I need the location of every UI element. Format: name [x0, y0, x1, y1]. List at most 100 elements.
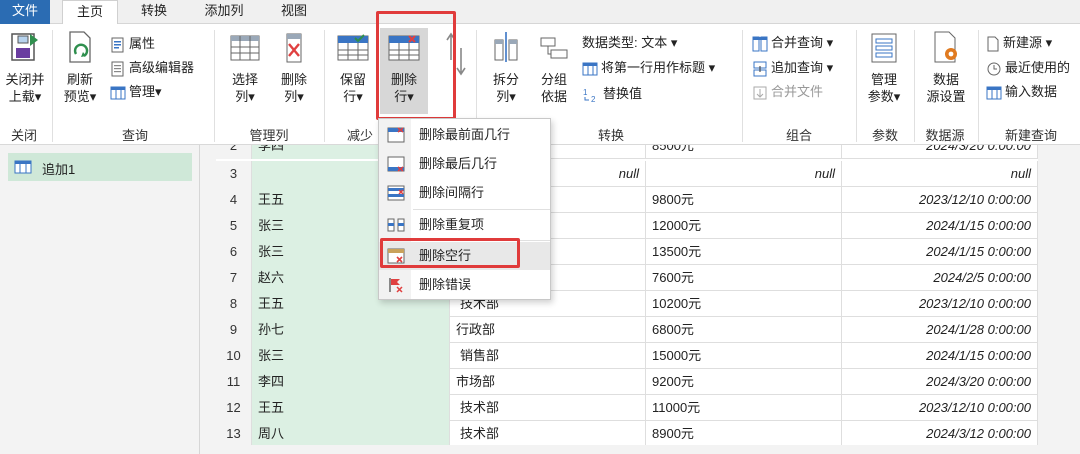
table-row[interactable]: 13 周八 技术部 8900元 2024/3/12 0:00:00 — [216, 421, 1038, 445]
cell-date[interactable]: 2024/1/15 0:00:00 — [842, 239, 1038, 265]
split-column-button[interactable]: 拆分 列▾ — [484, 28, 528, 105]
manage-parameters-button[interactable]: 管理 参数▾ — [860, 28, 908, 105]
advanced-editor-button[interactable]: 高级编辑器 — [110, 58, 194, 78]
table-row[interactable]: 2 李四 8500元 2024/3/20 0:00:00 — [216, 145, 1038, 159]
separator — [324, 30, 325, 142]
choose-columns-button[interactable]: 选择 列▾ — [222, 28, 268, 105]
cell-salary[interactable]: 7600元 — [646, 265, 842, 291]
keep-rows-icon — [337, 34, 369, 61]
cell-salary[interactable]: 12000元 — [646, 213, 842, 239]
table-row[interactable]: 3 null null null — [216, 161, 1038, 187]
cell-salary[interactable]: null — [646, 161, 842, 187]
row-number: 4 — [216, 187, 252, 213]
menu-view[interactable]: 视图 — [268, 0, 320, 24]
merge-queries-button[interactable]: 合并查询 ▾ — [752, 33, 833, 53]
cell-date[interactable]: 2024/3/20 0:00:00 — [842, 369, 1038, 395]
table-row[interactable]: 6 张三 13500元 2024/1/15 0:00:00 — [216, 239, 1038, 265]
menu-remove-errors-label: 删除错误 — [419, 277, 472, 292]
cell-date[interactable]: 2023/12/10 0:00:00 — [842, 395, 1038, 421]
new-source-button[interactable]: 新建源 ▾ — [986, 33, 1052, 53]
data-source-settings-icon — [934, 31, 957, 63]
query-item-label: 追加1 — [42, 162, 76, 177]
cell-name[interactable]: 周八 — [252, 421, 450, 445]
cell-salary[interactable]: 8900元 — [646, 421, 842, 445]
keep-rows-button[interactable]: 保留 行▾ — [330, 28, 376, 105]
remove-columns-button[interactable]: 删除 列▾ — [272, 28, 316, 105]
close-and-load-icon — [11, 33, 38, 61]
remove-bottom-rows-icon — [387, 156, 405, 172]
cell-dept[interactable]: 行政部 — [450, 317, 646, 343]
cell-name[interactable]: 张三 — [252, 343, 450, 369]
table-row[interactable]: 11 李四 市场部 9200元 2024/3/20 0:00:00 — [216, 369, 1038, 395]
cell-salary[interactable]: 10200元 — [646, 291, 842, 317]
table-row[interactable]: 8 王五 技术部 10200元 2023/12/10 0:00:00 — [216, 291, 1038, 317]
menu-remove-bottom-rows[interactable]: 删除最后几行 — [379, 150, 550, 178]
row-number: 2 — [216, 145, 252, 159]
cell-salary[interactable]: 6800元 — [646, 317, 842, 343]
cell-dept[interactable]: 市场部 — [450, 369, 646, 395]
enter-data-button[interactable]: 输入数据 — [986, 82, 1057, 102]
cell-date[interactable]: 2024/2/5 0:00:00 — [842, 265, 1038, 291]
cell-date[interactable]: 2024/1/28 0:00:00 — [842, 317, 1038, 343]
cell-salary[interactable]: 11000元 — [646, 395, 842, 421]
manage-query-button[interactable]: 管理▾ — [110, 82, 162, 102]
cell-date[interactable]: 2024/1/15 0:00:00 — [842, 343, 1038, 369]
cell-date[interactable]: null — [842, 161, 1038, 187]
table-row[interactable]: 10 张三 销售部 15000元 2024/1/15 0:00:00 — [216, 343, 1038, 369]
cell-salary[interactable]: 15000元 — [646, 343, 842, 369]
group-by-icon — [540, 37, 568, 59]
refresh-label-2: 预览▾ — [63, 89, 97, 104]
replace-values-icon: 12 — [583, 88, 596, 103]
table-row[interactable]: 5 张三 12000元 2024/1/15 0:00:00 — [216, 213, 1038, 239]
replace-values-button[interactable]: 1 2 替换值 — [582, 84, 642, 104]
cell-date[interactable]: 2024/3/20 0:00:00 — [842, 145, 1038, 159]
table-row[interactable]: 4 王五 9800元 2023/12/10 0:00:00 — [216, 187, 1038, 213]
manage-parameters-label-2: 参数▾ — [867, 89, 901, 104]
separator — [978, 30, 979, 142]
cell-dept[interactable]: 销售部 — [450, 343, 646, 369]
cell-name[interactable]: 王五 — [252, 395, 450, 421]
new-source-label: 新建源 ▾ — [1003, 35, 1053, 50]
use-first-row-as-headers-button[interactable]: 将第一行用作标题 ▾ — [582, 58, 715, 78]
table-row[interactable]: 7 赵六 7600元 2024/2/5 0:00:00 — [216, 265, 1038, 291]
cell-salary[interactable]: 9200元 — [646, 369, 842, 395]
append-queries-button[interactable]: 追加查询 ▾ — [752, 58, 833, 78]
group-label-query: 查询 — [121, 128, 148, 143]
remove-rows-menu: 删除最前面几行 删除最后几行 删除间隔行 删除重复项 删除空行 删除错误 — [378, 118, 551, 300]
group-by-button[interactable]: 分组 依据 — [532, 28, 576, 105]
menu-remove-errors[interactable]: 删除错误 — [379, 271, 550, 299]
separator — [856, 30, 857, 142]
svg-text:2: 2 — [591, 95, 596, 103]
cell-salary[interactable]: 8500元 — [646, 145, 842, 159]
cell-salary[interactable]: 9800元 — [646, 187, 842, 213]
cell-dept[interactable]: 技术部 — [450, 421, 646, 445]
enter-data-label: 输入数据 — [1005, 84, 1058, 99]
cell-dept[interactable]: 技术部 — [450, 395, 646, 421]
menu-home[interactable]: 主页 — [62, 0, 118, 25]
merge-files-icon — [753, 86, 767, 100]
refresh-preview-button[interactable]: 刷新 预览▾ — [58, 28, 102, 105]
merge-files-button[interactable]: 合并文件 — [752, 82, 823, 102]
new-source-icon — [987, 36, 999, 52]
menu-remove-alternate-rows[interactable]: 删除间隔行 — [379, 179, 550, 207]
close-and-load-button[interactable]: 关闭并 上载▾ — [0, 28, 50, 105]
menu-add-column[interactable]: 添加列 — [192, 0, 256, 24]
table-row[interactable]: 9 孙七 行政部 6800元 2024/1/28 0:00:00 — [216, 317, 1038, 343]
menu-transform[interactable]: 转换 — [126, 0, 182, 24]
cell-name[interactable]: 李四 — [252, 369, 450, 395]
properties-button[interactable]: 属性 — [110, 34, 155, 54]
cell-date[interactable]: 2023/12/10 0:00:00 — [842, 187, 1038, 213]
cell-salary[interactable]: 13500元 — [646, 239, 842, 265]
recent-sources-button[interactable]: 最近使用的 — [986, 58, 1070, 78]
query-item[interactable]: 追加1 — [8, 153, 192, 181]
menu-file[interactable]: 文件 — [0, 0, 50, 24]
cell-date[interactable]: 2024/1/15 0:00:00 — [842, 213, 1038, 239]
cell-date[interactable]: 2024/3/12 0:00:00 — [842, 421, 1038, 445]
menu-remove-duplicates[interactable]: 删除重复项 — [379, 211, 550, 239]
table-row[interactable]: 12 王五 技术部 11000元 2023/12/10 0:00:00 — [216, 395, 1038, 421]
data-source-settings-button[interactable]: 数据 源设置 — [918, 28, 974, 105]
cell-name[interactable]: 孙七 — [252, 317, 450, 343]
data-type-dropdown[interactable]: 数据类型: 文本 ▾ — [582, 33, 677, 53]
cell-date[interactable]: 2023/12/10 0:00:00 — [842, 291, 1038, 317]
menu-remove-top-rows[interactable]: 删除最前面几行 — [379, 121, 550, 149]
